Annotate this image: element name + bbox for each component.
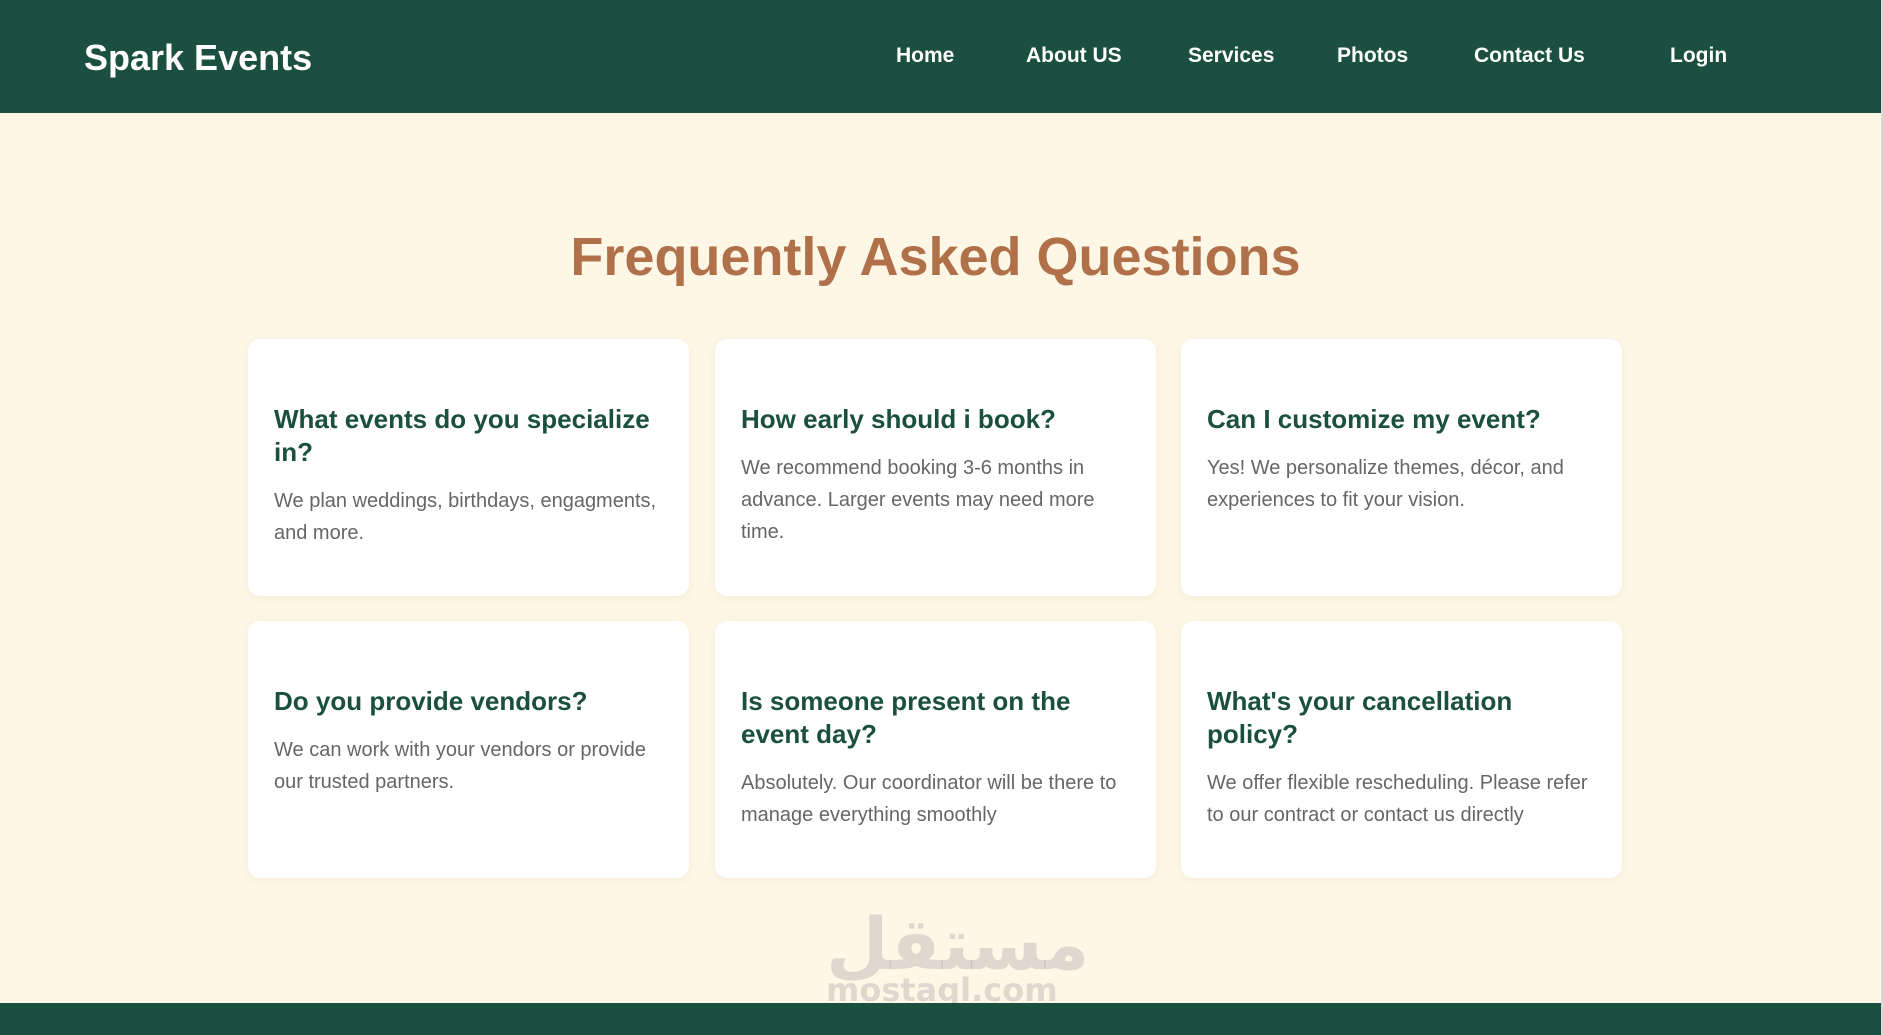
faq-card: Do you provide vendors? We can work with… <box>248 621 689 878</box>
faq-card: What events do you specialize in? We pla… <box>248 339 689 596</box>
faq-question: Do you provide vendors? <box>274 686 588 716</box>
brand-logo[interactable]: Spark Events <box>84 36 312 80</box>
faq-answer: Yes! We personalize themes, décor, and e… <box>1207 457 1564 511</box>
nav-photos-link[interactable]: Photos <box>1337 42 1408 70</box>
faq-answer: We can work with your vendors or provide… <box>274 739 647 793</box>
faq-card: What's your cancellation policy? We offe… <box>1181 621 1622 878</box>
nav-about-link[interactable]: About US <box>1026 42 1122 70</box>
faq-answer: Absolutely. Our coordinator will be ther… <box>741 772 1117 826</box>
faq-card: How early should i book? We recommend bo… <box>715 339 1156 596</box>
faq-answer: We recommend booking 3-6 months in advan… <box>741 457 1095 543</box>
faq-heading: Frequently Asked Questions <box>570 227 1301 287</box>
faq-answer: We offer flexible rescheduling. Please r… <box>1207 772 1588 826</box>
watermark-arabic-text: مستقل <box>826 902 1090 986</box>
faq-answer: We plan weddings, birthdays, engagments,… <box>274 490 657 544</box>
nav-services-link[interactable]: Services <box>1188 42 1274 70</box>
faq-question: What's your cancellation policy? <box>1207 686 1513 749</box>
faq-question: How early should i book? <box>741 404 1056 434</box>
faq-question: What events do you specialize in? <box>274 404 650 467</box>
top-navbar: Spark Events Home About US Services Phot… <box>0 0 1883 113</box>
faq-question: Is someone present on the event day? <box>741 686 1071 749</box>
nav-contact-link[interactable]: Contact Us <box>1474 42 1585 70</box>
watermark-latin-text: mostaql.com <box>826 971 1058 1009</box>
faq-card: Is someone present on the event day? Abs… <box>715 621 1156 878</box>
nav-login-link[interactable]: Login <box>1670 42 1727 70</box>
faq-card: Can I customize my event? Yes! We person… <box>1181 339 1622 596</box>
faq-question: Can I customize my event? <box>1207 404 1541 434</box>
nav-home-link[interactable]: Home <box>896 42 954 70</box>
footer-bar <box>0 1003 1883 1035</box>
watermark: مستقل mostaql.com <box>826 902 1090 1009</box>
